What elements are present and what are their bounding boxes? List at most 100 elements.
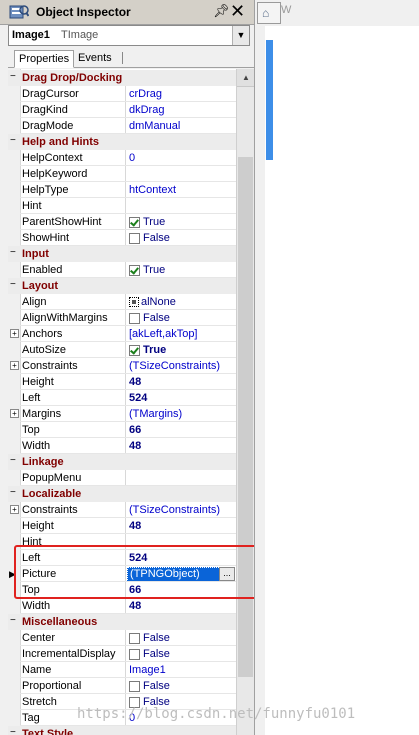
property-value-cell[interactable]: (TSizeConstraints): [125, 502, 237, 518]
property-value-cell[interactable]: 524: [125, 390, 237, 406]
property-value-cell[interactable]: False: [125, 630, 237, 646]
property-value-cell[interactable]: [125, 534, 237, 550]
property-row-dragcursor[interactable]: DragCursor crDrag: [8, 86, 236, 102]
property-value-cell[interactable]: crDrag: [125, 86, 237, 102]
property-row-left[interactable]: Left 524: [8, 390, 236, 406]
chevron-down-icon[interactable]: ▼: [232, 26, 249, 45]
property-value-cell[interactable]: [125, 166, 237, 182]
checkbox[interactable]: [129, 217, 140, 228]
collapse-icon[interactable]: −: [10, 280, 16, 290]
expand-icon[interactable]: +: [10, 409, 19, 418]
property-value-cell[interactable]: 48: [125, 374, 237, 390]
tab-properties[interactable]: Properties: [14, 50, 75, 68]
property-value-cell[interactable]: True: [125, 214, 237, 230]
property-value-cell[interactable]: 66: [125, 422, 237, 438]
property-row-popupmenu[interactable]: PopupMenu: [8, 470, 236, 486]
property-row-hint[interactable]: Hint: [8, 534, 236, 550]
category-miscellaneous[interactable]: − Miscellaneous: [8, 614, 236, 630]
property-row-width[interactable]: Width 48: [8, 438, 236, 454]
scroll-up-arrow-icon[interactable]: ▲: [237, 69, 254, 87]
property-value-cell[interactable]: (TSizeConstraints): [125, 358, 237, 374]
property-row-align[interactable]: Align alNone: [8, 294, 236, 310]
property-value-cell[interactable]: (TMargins): [125, 406, 237, 422]
property-value-cell[interactable]: [125, 198, 237, 214]
property-row-width[interactable]: Width 48: [8, 598, 236, 614]
property-row-constraints[interactable]: + Constraints (TSizeConstraints): [8, 502, 236, 518]
checkbox[interactable]: [129, 649, 140, 660]
property-value-cell[interactable]: dmManual: [125, 118, 237, 134]
property-row-constraints[interactable]: + Constraints (TSizeConstraints): [8, 358, 236, 374]
property-row-height[interactable]: Height 48: [8, 518, 236, 534]
property-row-top[interactable]: Top 66: [8, 422, 236, 438]
tab-events[interactable]: Events: [74, 50, 116, 66]
property-row-hint[interactable]: Hint: [8, 198, 236, 214]
property-value-cell[interactable]: True: [125, 262, 237, 278]
component-selector[interactable]: Image1 TImage ▼: [8, 25, 250, 46]
property-row-showhint[interactable]: ShowHint False: [8, 230, 236, 246]
checkbox[interactable]: [129, 233, 140, 244]
property-value-cell[interactable]: [akLeft,akTop]: [125, 326, 237, 342]
property-row-parentshowhint[interactable]: ParentShowHint True: [8, 214, 236, 230]
category-help-and-hints[interactable]: − Help and Hints: [8, 134, 236, 150]
property-value-cell[interactable]: (TPNGObject)...: [125, 566, 237, 582]
scrollbar[interactable]: ▲: [236, 69, 254, 735]
property-row-left[interactable]: Left 524: [8, 550, 236, 566]
property-row-proportional[interactable]: Proportional False: [8, 678, 236, 694]
collapse-icon[interactable]: −: [10, 616, 16, 626]
collapse-icon[interactable]: −: [10, 72, 16, 82]
category-drag-drop-docking[interactable]: − Drag Drop/Docking: [8, 70, 236, 86]
checkbox[interactable]: [129, 345, 140, 356]
property-value-cell[interactable]: Image1: [125, 662, 237, 678]
property-row-alignwithmargins[interactable]: AlignWithMargins False: [8, 310, 236, 326]
property-value-cell[interactable]: False: [125, 310, 237, 326]
property-value-cell[interactable]: dkDrag: [125, 102, 237, 118]
property-row-center[interactable]: Center False: [8, 630, 236, 646]
property-row-margins[interactable]: + Margins (TMargins): [8, 406, 236, 422]
expand-icon[interactable]: +: [10, 361, 19, 370]
checkbox[interactable]: [129, 265, 140, 276]
property-value-cell[interactable]: False: [125, 678, 237, 694]
collapse-icon[interactable]: −: [10, 136, 16, 146]
ellipsis-button[interactable]: ...: [219, 567, 235, 581]
property-value-cell[interactable]: alNone: [125, 294, 237, 310]
category-input[interactable]: − Input: [8, 246, 236, 262]
property-row-helptype[interactable]: HelpType htContext: [8, 182, 236, 198]
collapse-icon[interactable]: −: [10, 488, 16, 498]
category-layout[interactable]: − Layout: [8, 278, 236, 294]
property-row-helpkeyword[interactable]: HelpKeyword: [8, 166, 236, 182]
property-value-cell[interactable]: 66: [125, 582, 237, 598]
property-value-cell[interactable]: True: [125, 342, 237, 358]
checkbox[interactable]: [129, 633, 140, 644]
property-row-helpcontext[interactable]: HelpContext 0: [8, 150, 236, 166]
property-row-height[interactable]: Height 48: [8, 374, 236, 390]
property-row-dragmode[interactable]: DragMode dmManual: [8, 118, 236, 134]
category-text-style[interactable]: − Text Style: [8, 726, 236, 735]
property-value-cell[interactable]: 48: [125, 518, 237, 534]
property-value-cell[interactable]: [125, 470, 237, 486]
property-row-incrementaldisplay[interactable]: IncrementalDisplay False: [8, 646, 236, 662]
property-value-cell[interactable]: 0: [125, 150, 237, 166]
welcome-tab[interactable]: ⌂: [257, 2, 281, 24]
expand-icon[interactable]: +: [10, 329, 19, 338]
category-localizable[interactable]: − Localizable: [8, 486, 236, 502]
property-row-dragkind[interactable]: DragKind dkDrag: [8, 102, 236, 118]
scrollbar-thumb[interactable]: [238, 157, 253, 677]
property-row-enabled[interactable]: Enabled True: [8, 262, 236, 278]
collapse-icon[interactable]: −: [10, 248, 16, 258]
property-row-anchors[interactable]: + Anchors [akLeft,akTop]: [8, 326, 236, 342]
category-linkage[interactable]: − Linkage: [8, 454, 236, 470]
property-value-cell[interactable]: 48: [125, 438, 237, 454]
expand-icon[interactable]: +: [10, 505, 19, 514]
checkbox[interactable]: [129, 313, 140, 324]
collapse-icon[interactable]: −: [10, 456, 16, 466]
pin-icon[interactable]: 📌︎: [213, 3, 230, 19]
checkbox[interactable]: [129, 681, 140, 692]
collapse-icon[interactable]: −: [10, 728, 16, 735]
property-value-cell[interactable]: 524: [125, 550, 237, 566]
property-row-top[interactable]: Top 66: [8, 582, 236, 598]
property-row-name[interactable]: Name Image1: [8, 662, 236, 678]
property-value-cell[interactable]: htContext: [125, 182, 237, 198]
property-value-editor[interactable]: (TPNGObject): [127, 567, 223, 582]
close-icon[interactable]: ✕: [230, 1, 245, 21]
property-value-cell[interactable]: False: [125, 230, 237, 246]
